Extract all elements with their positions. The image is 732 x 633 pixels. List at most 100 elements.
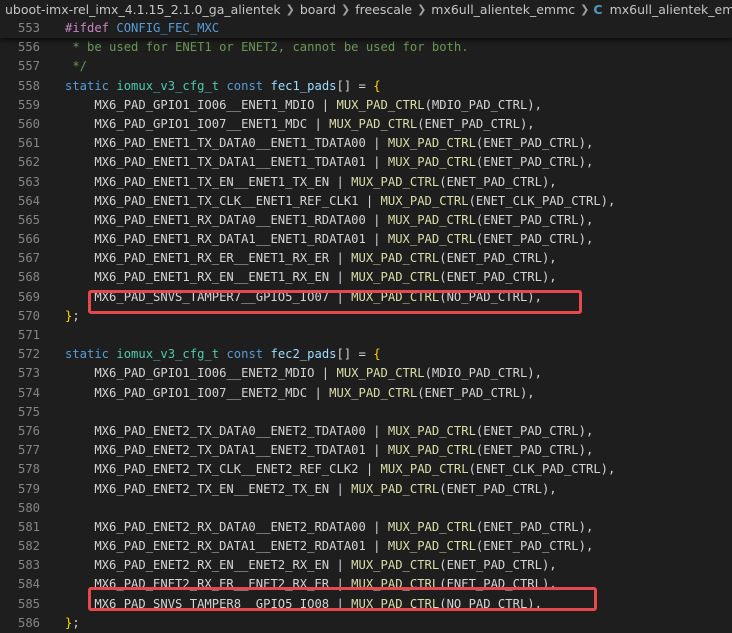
code-line[interactable]: 559 MX6_PAD_GPIO1_IO06__ENET1_MDIO | MUX… xyxy=(0,96,732,115)
line-number: 557 xyxy=(17,59,40,74)
code-token: MX6_PAD_ENET1_TX_CLK__ENET1_REF_CLK1 | xyxy=(65,193,381,208)
code-token: (NO_PAD_CTRL), xyxy=(439,289,542,304)
code-line[interactable]: 579 MX6_PAD_ENET2_TX_EN__ENET2_TX_EN | M… xyxy=(0,480,732,499)
code-text: MX6_PAD_ENET1_RX_EN__ENET1_RX_EN | MUX_P… xyxy=(65,268,556,287)
code-text: static iomux_v3_cfg_t const fec2_pads[] … xyxy=(65,345,381,364)
code-line[interactable]: 561 MX6_PAD_ENET1_TX_DATA0__ENET1_TDATA0… xyxy=(0,134,732,153)
code-text: static iomux_v3_cfg_t const fec1_pads[] … xyxy=(65,77,381,96)
code-line[interactable]: 568 MX6_PAD_ENET1_RX_EN__ENET1_RX_EN | M… xyxy=(0,268,732,287)
code-token: (ENET_PAD_CTRL), xyxy=(439,577,557,592)
code-token: MUX_PAD_CTRL xyxy=(351,270,440,285)
line-number: 583 xyxy=(17,558,40,573)
code-token: (ENET_PAD_CTRL), xyxy=(417,385,535,400)
code-text: MX6_PAD_ENET1_RX_ER__ENET1_RX_ER | MUX_P… xyxy=(65,249,557,268)
code-line[interactable]: 564 MX6_PAD_ENET1_TX_CLK__ENET1_REF_CLK1… xyxy=(0,192,732,211)
line-number: 567 xyxy=(17,251,40,266)
code-line[interactable]: 578 MX6_PAD_ENET2_TX_CLK__ENET2_REF_CLK2… xyxy=(0,460,732,479)
code-line[interactable]: 569 MX6_PAD_SNVS_TAMPER7__GPIO5_IO07 | M… xyxy=(0,288,732,307)
code-token: MX6_PAD_ENET1_RX_DATA0__ENET1_RDATA00 | xyxy=(65,212,388,227)
code-token: ; xyxy=(72,308,80,323)
breadcrumb-item-root[interactable]: uboot-imx-rel_imx_4.1.15_2.1.0_ga_alient… xyxy=(4,2,282,17)
breadcrumb-item-file[interactable]: mx6ull_alientek_emmc.c xyxy=(609,2,732,17)
sticky-scroll-line[interactable]: 553 #ifdef CONFIG_FEC_MXC xyxy=(0,19,732,39)
code-token: MUX_PAD_CTRL xyxy=(329,116,418,131)
code-token: (MDIO_PAD_CTRL), xyxy=(424,366,542,381)
code-token: (ENET_PAD_CTRL), xyxy=(475,212,594,227)
code-line[interactable]: 560 MX6_PAD_GPIO1_IO07__ENET1_MDC | MUX_… xyxy=(0,115,732,134)
code-line[interactable]: 585 MX6_PAD_SNVS_TAMPER8__GPIO5_IO08 | M… xyxy=(0,595,732,614)
code-token: static xyxy=(65,78,110,93)
code-line[interactable]: 562 MX6_PAD_ENET1_TX_DATA1__ENET1_TDATA0… xyxy=(0,153,732,172)
code-line[interactable]: 556 * be used for ENET1 or ENET2, cannot… xyxy=(0,38,732,57)
line-number: 561 xyxy=(17,136,40,151)
code-token: MX6_PAD_ENET1_RX_DATA1__ENET1_RDATA01 | xyxy=(65,232,388,247)
code-token: MUX_PAD_CTRL xyxy=(351,251,440,266)
code-token: MX6_PAD_ENET1_TX_DATA0__ENET1_TDATA00 | xyxy=(65,136,388,151)
code-line[interactable]: 576 MX6_PAD_ENET2_TX_DATA0__ENET2_TDATA0… xyxy=(0,422,732,441)
code-line[interactable]: 581 MX6_PAD_ENET2_RX_DATA0__ENET2_RDATA0… xyxy=(0,518,732,537)
chevron-right-icon: ❯ xyxy=(285,3,295,16)
code-line[interactable]: 567 MX6_PAD_ENET1_RX_ER__ENET1_RX_ER | M… xyxy=(0,249,732,268)
code-text: MX6_PAD_ENET1_TX_DATA0__ENET1_TDATA00 | … xyxy=(65,134,593,153)
code-line[interactable]: 582 MX6_PAD_ENET2_RX_DATA1__ENET2_RDATA0… xyxy=(0,537,732,556)
code-token: ; xyxy=(72,615,80,630)
code-token: MX6_PAD_ENET2_RX_DATA1__ENET2_RDATA01 | xyxy=(65,539,388,554)
code-line[interactable]: 565 MX6_PAD_ENET1_RX_DATA0__ENET1_RDATA0… xyxy=(0,211,732,230)
code-text: MX6_PAD_ENET2_RX_DATA0__ENET2_RDATA00 | … xyxy=(65,518,593,537)
breadcrumb-item-folder[interactable]: mx6ull_alientek_emmc xyxy=(430,2,576,17)
code-line[interactable]: 577 MX6_PAD_ENET2_TX_DATA1__ENET2_TDATA0… xyxy=(0,441,732,460)
code-token: (ENET_PAD_CTRL), xyxy=(475,519,594,534)
code-text: MX6_PAD_ENET2_RX_ER__ENET2_RX_ER | MUX_P… xyxy=(65,575,557,594)
line-number: 573 xyxy=(17,366,40,381)
code-editor[interactable]: 553 #ifdef CONFIG_FEC_MXC 556 * be used … xyxy=(0,19,732,633)
line-number: 579 xyxy=(17,481,40,496)
code-line[interactable]: 571 xyxy=(0,326,732,345)
code-line[interactable]: 586}; xyxy=(0,614,732,633)
code-line[interactable]: 572 static iomux_v3_cfg_t const fec2_pads… xyxy=(0,345,732,364)
code-token: MUX_PAD_CTRL xyxy=(387,443,476,458)
code-token: [] = xyxy=(336,347,374,362)
line-number: 564 xyxy=(17,193,40,208)
line-number: 558 xyxy=(17,78,40,93)
code-token: MX6_PAD_ENET2_TX_EN__ENET2_TX_EN | xyxy=(65,481,352,496)
code-token: MX6_PAD_GPIO1_IO07__ENET2_MDC | xyxy=(65,385,330,400)
code-text: MX6_PAD_ENET1_RX_DATA0__ENET1_RDATA00 | … xyxy=(65,211,593,230)
code-token: MUX_PAD_CTRL xyxy=(380,193,469,208)
breadcrumb-item-board[interactable]: board xyxy=(299,2,337,17)
code-token: MX6_PAD_ENET2_RX_ER__ENET2_RX_ER | xyxy=(65,577,352,592)
code-token: fec2_pads xyxy=(270,347,337,362)
code-line[interactable]: 575 xyxy=(0,403,732,422)
code-token: static xyxy=(65,347,110,362)
code-token: (ENET_PAD_CTRL), xyxy=(475,232,594,247)
code-line[interactable]: 563 MX6_PAD_ENET1_TX_EN__ENET1_TX_EN | M… xyxy=(0,173,732,192)
code-token: MUX_PAD_CTRL xyxy=(329,385,418,400)
code-text: MX6_PAD_ENET2_TX_DATA1__ENET2_TDATA01 | … xyxy=(65,441,593,460)
code-token: MX6_PAD_ENET2_TX_DATA0__ENET2_TDATA00 | xyxy=(65,423,388,438)
code-text: MX6_PAD_SNVS_TAMPER8__GPIO5_IO08 | MUX_P… xyxy=(65,595,542,614)
code-line[interactable]: 558 static iomux_v3_cfg_t const fec1_pads… xyxy=(0,77,732,96)
code-text: MX6_PAD_ENET2_TX_DATA0__ENET2_TDATA00 | … xyxy=(65,422,593,441)
breadcrumb-item-freescale[interactable]: freescale xyxy=(354,2,413,17)
code-line[interactable]: 573 MX6_PAD_GPIO1_IO06__ENET2_MDIO | MUX… xyxy=(0,364,732,383)
code-token: MUX_PAD_CTRL xyxy=(387,232,476,247)
code-token: MX6_PAD_GPIO1_IO06__ENET1_MDIO | xyxy=(65,97,337,112)
code-token: (ENET_PAD_CTRL), xyxy=(475,155,594,170)
code-line[interactable]: 583 MX6_PAD_ENET2_RX_EN__ENET2_RX_EN | M… xyxy=(0,556,732,575)
code-line[interactable]: 574 MX6_PAD_GPIO1_IO07__ENET2_MDC | MUX_… xyxy=(0,384,732,403)
line-number: 585 xyxy=(17,596,40,611)
code-token: (ENET_PAD_CTRL), xyxy=(439,251,557,266)
code-token: MX6_PAD_ENET2_TX_CLK__ENET2_REF_CLK2 | xyxy=(65,462,381,477)
code-line[interactable]: 566 MX6_PAD_ENET1_RX_DATA1__ENET1_RDATA0… xyxy=(0,230,732,249)
code-text: #ifdef CONFIG_FEC_MXC xyxy=(65,19,219,38)
code-line[interactable]: 580 xyxy=(0,499,732,518)
code-line[interactable]: 584 MX6_PAD_ENET2_RX_ER__ENET2_RX_ER | M… xyxy=(0,575,732,594)
line-number: 565 xyxy=(17,212,40,227)
code-line[interactable]: 557 */ xyxy=(0,57,732,76)
code-text: MX6_PAD_GPIO1_IO07__ENET1_MDC | MUX_PAD_… xyxy=(65,115,534,134)
code-text: MX6_PAD_ENET2_TX_EN__ENET2_TX_EN | MUX_P… xyxy=(65,480,556,499)
line-number: 559 xyxy=(17,97,40,112)
chevron-right-icon: ❯ xyxy=(580,3,590,16)
line-number: 574 xyxy=(17,385,40,400)
code-line[interactable]: 570}; xyxy=(0,307,732,326)
code-token: (MDIO_PAD_CTRL), xyxy=(424,97,542,112)
